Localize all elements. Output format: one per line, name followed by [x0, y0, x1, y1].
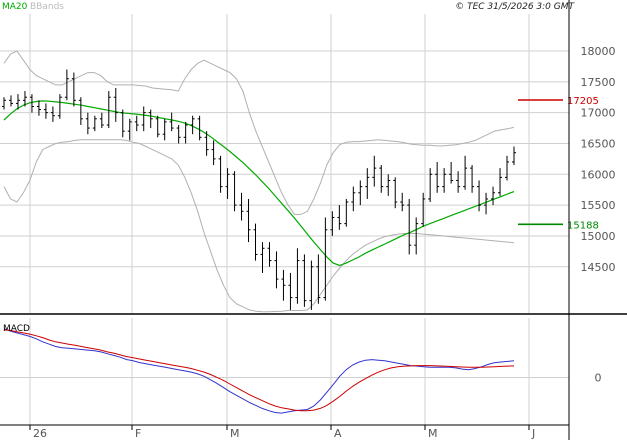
- ohlc-bar: [281, 269, 286, 301]
- ohlc-bar: [344, 198, 349, 227]
- ohlc-bar: [29, 94, 34, 113]
- resistance-label: 17205: [567, 96, 599, 107]
- y-tick-label: 17000: [581, 107, 616, 120]
- y-tick-label: 15500: [581, 199, 616, 212]
- ohlc-bar: [288, 272, 293, 310]
- ohlc-bar: [169, 112, 174, 132]
- ohlc-bar: [211, 140, 216, 166]
- ohlc-bar: [36, 100, 41, 116]
- ohlc-bar: [162, 118, 167, 141]
- ohlc-bar: [442, 168, 447, 193]
- x-tick-label: F: [135, 427, 141, 440]
- ohlc-bar: [337, 205, 342, 230]
- ohlc-bar: [386, 174, 391, 196]
- ohlc-bar: [267, 242, 272, 267]
- ohlc-bar: [379, 165, 384, 193]
- x-tick-label: 26: [33, 427, 47, 440]
- ohlc-bar: [8, 95, 13, 107]
- ohlc-bar: [260, 242, 265, 273]
- ohlc-bar: [120, 109, 125, 138]
- ohlc-bar: [505, 155, 510, 181]
- ohlc-bar: [106, 91, 111, 129]
- ohlc-bar: [176, 124, 181, 144]
- ohlc-bar: [141, 106, 146, 132]
- ohlc-bar: [197, 115, 202, 141]
- macd-layer: [3, 328, 515, 414]
- x-tick-label: A: [334, 427, 342, 440]
- ohlc-bar: [309, 260, 314, 310]
- y-tick-label: 16500: [581, 137, 616, 150]
- ohlc-bar: [512, 146, 516, 166]
- ohlc-bar: [155, 115, 160, 138]
- y-tick-label: 16000: [581, 168, 616, 181]
- y-tick-label: 14500: [581, 261, 616, 274]
- candles-layer: [2, 69, 516, 310]
- ohlc-bar: [50, 106, 55, 122]
- x-tick-label: M: [230, 427, 240, 440]
- copyright-text: © TEC 31/5/2026 3:0 GMT: [455, 2, 575, 12]
- ohlc-bar: [463, 155, 468, 190]
- ohlc-bar: [477, 180, 482, 212]
- ohlc-bar: [57, 94, 62, 119]
- ohlc-bar: [134, 115, 139, 132]
- ohlc-bar: [407, 198, 412, 255]
- ohlc-bar: [498, 168, 503, 196]
- ohlc-bar: [92, 115, 97, 132]
- ohlc-bar: [99, 112, 104, 129]
- x-tick-label: M: [428, 427, 438, 440]
- ohlc-bar: [71, 72, 76, 107]
- y-tick-label: 18000: [581, 45, 616, 58]
- grid: [0, 14, 569, 425]
- macd-label: MACD: [3, 324, 30, 334]
- y-tick-label: 17500: [581, 76, 616, 89]
- ohlc-bar: [316, 254, 321, 304]
- ohlc-bar: [274, 251, 279, 289]
- ohlc-bar: [127, 118, 132, 141]
- legend-ma[interactable]: MA20: [2, 2, 28, 12]
- ohlc-bar: [225, 168, 230, 199]
- ohlc-bar: [449, 161, 454, 184]
- ohlc-bar: [372, 155, 377, 187]
- ohlc-bar: [295, 248, 300, 304]
- ohlc-bar: [113, 87, 118, 122]
- y-tick-label: 15000: [581, 230, 616, 243]
- ohlc-bar: [2, 97, 6, 110]
- ohlc-bar: [365, 168, 370, 199]
- legend-bbands[interactable]: BBands: [30, 2, 64, 12]
- macd-y-tick-label: 0: [595, 371, 602, 384]
- ohlc-bar: [358, 180, 363, 206]
- ohlc-bar: [428, 168, 433, 203]
- macd-line: [3, 328, 515, 414]
- chart-container: 17205 15188 14500 15000 15500 16000 16500 1700…: [0, 0, 627, 440]
- ohlc-bar: [393, 177, 398, 209]
- ohlc-bar: [190, 115, 195, 135]
- ohlc-bar: [470, 165, 475, 193]
- ohlc-bar: [78, 97, 83, 125]
- ohlc-bar: [400, 192, 405, 212]
- ohlc-bar: [491, 186, 496, 206]
- ohlc-bar: [64, 69, 69, 101]
- ohlc-bar: [239, 192, 244, 221]
- chart-svg: 1720515188 14500150001550016000165001700…: [0, 0, 627, 440]
- ohlc-bar: [253, 223, 258, 261]
- ohlc-bar: [43, 103, 48, 119]
- ohlc-bar: [85, 112, 90, 135]
- ohlc-bar: [484, 192, 489, 215]
- ohlc-bar: [323, 217, 328, 301]
- x-tick-label: J: [531, 427, 535, 440]
- macd-signal-line: [3, 329, 515, 412]
- ohlc-bar: [351, 186, 356, 212]
- ohlc-bar: [435, 161, 440, 193]
- ohlc-bar: [183, 121, 188, 144]
- ohlc-bar: [302, 254, 307, 307]
- axes-layer: 14500 15000 15500 16000 16500 17000 17500 18000…: [0, 0, 627, 440]
